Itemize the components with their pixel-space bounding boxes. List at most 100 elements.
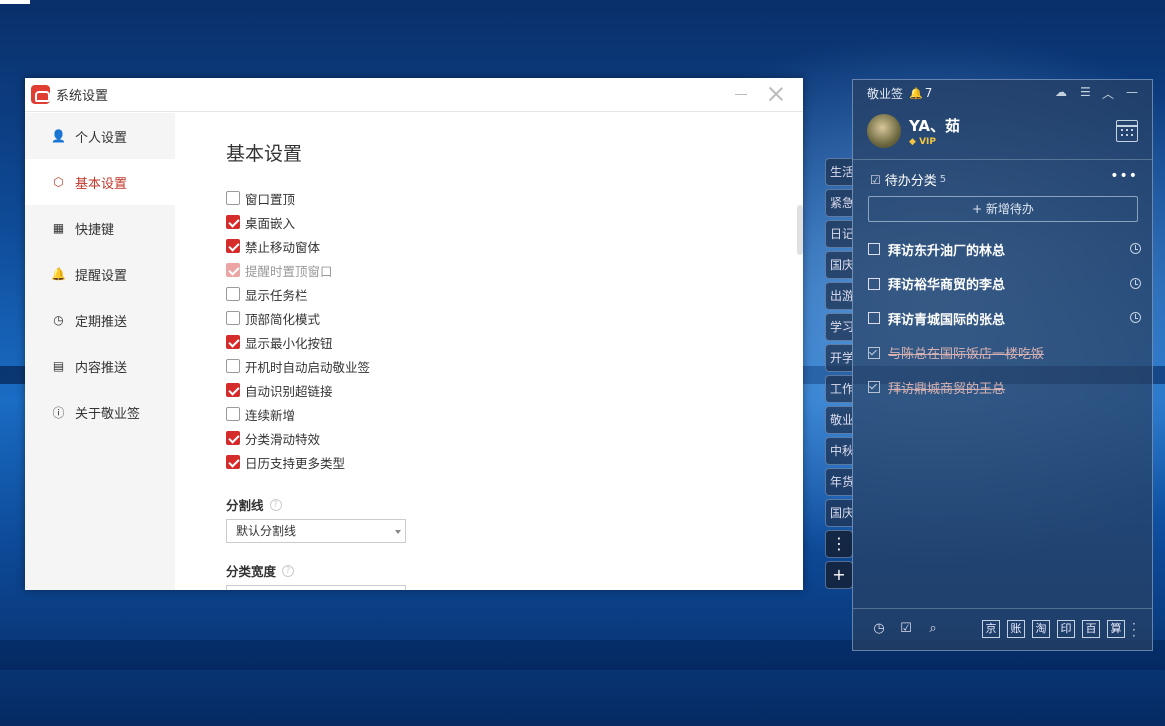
sidebar-item[interactable]: ⓘ 关于敬业签 [25,389,175,435]
todo-checkbox[interactable] [868,312,880,325]
option-checkbox[interactable] [226,359,240,373]
option-row[interactable]: 自动识别超链接 [226,378,370,402]
option-row[interactable]: 禁止移动窗体 [226,234,370,258]
scrollbar[interactable] [797,205,803,255]
vip-badge: ◆ VIP [909,137,936,147]
divider-label-text: 分割线 [226,498,264,513]
option-row[interactable]: 显示最小化按钮 [226,330,370,354]
sidebar-item[interactable]: ⬡ 基本设置 [25,159,175,205]
todo-checkbox[interactable] [868,277,880,290]
option-row[interactable]: 桌面嵌入 [226,210,370,234]
category-tab[interactable]: 学习 [825,313,853,341]
width-label: 分类宽度 ? [226,561,295,580]
sidebar-item[interactable]: ◷ 定期推送 [25,297,175,343]
widget-header[interactable]: 敬业签 🔔 7 ☁ ☰ ︿ — [853,80,1152,106]
sidebar-item-label: 个人设置 [75,130,128,146]
todo-checkbox[interactable] [868,346,880,359]
option-row[interactable]: 开机时自动启动敬业签 [226,354,370,378]
option-row[interactable]: 分类滑动特效 [226,426,370,450]
menu-icon[interactable]: ☰ [1080,85,1091,99]
todo-checkbox[interactable] [868,243,880,256]
cloud-sync-icon[interactable]: ☁ [1055,85,1067,99]
option-checkbox[interactable] [226,431,240,445]
option-row[interactable]: 显示任务栏 [226,282,370,306]
help-icon[interactable]: ? [269,498,282,511]
reminder-clock-icon[interactable] [1130,312,1141,323]
width-select[interactable] [226,585,406,590]
option-checkbox[interactable] [226,215,240,229]
option-checkbox[interactable] [226,191,240,205]
category-tab[interactable]: 开学 [825,344,853,372]
category-tab[interactable]: 日记 [825,220,853,248]
option-checkbox[interactable] [226,335,240,349]
more-tabs-button[interactable]: ⋮ [825,530,853,558]
reminder-clock-icon[interactable] [1130,277,1141,289]
category-tab[interactable]: 国庆 [825,499,853,527]
close-icon[interactable] [768,86,784,102]
option-label: 窗口置顶 [245,191,296,207]
todo-item[interactable]: 拜访鼎城商贸的王总 [868,370,1143,405]
sidebar-item[interactable]: ▦ 快捷键 [25,205,175,251]
title-bar[interactable]: 系统设置 [25,78,803,112]
category-tab[interactable]: 紧急 [825,189,853,217]
help-icon[interactable]: ? [282,564,295,577]
settings-window: 系统设置 👤 个人设置 ⬡ 基本设置 ▦ 快捷键 🔔 提醒设置 ◷ 定期推送 ▤ 内容推送 ⓘ 关于敬业签… [25,78,803,590]
option-checkbox[interactable] [226,239,240,253]
option-row[interactable]: 连续新增 [226,402,370,426]
option-checkbox[interactable] [226,455,240,469]
sidebar-item[interactable]: 🔔 提醒设置 [25,251,175,297]
collapse-icon[interactable]: ︿ [1102,85,1114,102]
more-vertical-icon[interactable]: · · · [1132,618,1138,642]
option-row[interactable]: 窗口置顶 [226,186,370,210]
category-tab[interactable]: 生活 [825,158,853,186]
todo-item[interactable]: 拜访裕华商贸的李总 [868,267,1143,302]
category-tab[interactable]: 国庆 [825,251,853,279]
option-row[interactable]: 顶部简化模式 [226,306,370,330]
notification-bell-icon[interactable]: 🔔 [909,87,923,100]
option-checkbox[interactable] [226,407,240,421]
more-icon[interactable]: ••• [1110,168,1138,184]
add-todo-button[interactable]: + 新增待办 [868,196,1138,222]
sidebar-item-label: 关于敬业签 [75,406,141,422]
divider-select[interactable]: 默认分割线 [226,519,406,543]
done-list-icon[interactable]: ☑ [898,621,914,637]
option-row[interactable]: 提醒时置顶窗口 [226,258,370,282]
todo-checkbox[interactable] [868,381,880,394]
avatar[interactable] [867,114,901,148]
option-checkbox[interactable] [226,287,240,301]
user-info[interactable]: YA、茹 ◆ VIP [867,114,960,148]
sidebar-item-label: 提醒设置 [75,268,128,284]
option-row[interactable]: 日历支持更多类型 [226,450,370,474]
todo-item[interactable]: 拜访东升油厂的林总 [868,232,1143,267]
user-icon: 👤 [51,129,66,143]
search-icon[interactable]: ⌕ [925,621,941,637]
todo-item[interactable]: 拜访青城国际的张总 [868,301,1143,336]
minimize-icon[interactable] [733,86,749,102]
calendar-icon[interactable] [1116,120,1138,142]
clock-icon[interactable]: ◷ [871,621,887,637]
tool-shortcut-button[interactable]: 算 [1107,620,1125,638]
add-tab-button[interactable]: + [825,561,853,589]
app-logo-icon [31,85,50,104]
category-tab[interactable]: 年货 [825,468,853,496]
tool-shortcut-button[interactable]: 百 [1082,620,1100,638]
tool-shortcut-button[interactable]: 淘 [1032,620,1050,638]
category-title[interactable]: ☑ 待办分类 5 [870,170,946,190]
minimize-icon[interactable]: — [1126,85,1138,99]
tool-shortcut-button[interactable]: 账 [1007,620,1025,638]
option-checkbox[interactable] [226,311,240,325]
todo-item[interactable]: 与陈总在国际饭店一楼吃饭 [868,336,1143,371]
option-checkbox[interactable] [226,263,240,277]
sidebar-item[interactable]: ▤ 内容推送 [25,343,175,389]
reminder-clock-icon[interactable] [1130,243,1141,254]
settings-main: 基本设置 窗口置顶 桌面嵌入 禁止移动窗体 提醒时置顶窗口 显示任务栏 顶部简化模式 显示最… [175,113,803,590]
category-tab[interactable]: 敬业 [825,406,853,434]
option-checkbox[interactable] [226,383,240,397]
category-tab[interactable]: 中秋 [825,437,853,465]
category-tab[interactable]: 工作 [825,375,853,403]
tool-shortcut-button[interactable]: 印 [1057,620,1075,638]
sidebar-item[interactable]: 👤 个人设置 [25,113,175,159]
category-tab[interactable]: 出游 [825,282,853,310]
todo-text: 拜访青城国际的张总 [888,312,1006,328]
tool-shortcut-button[interactable]: 京 [982,620,1000,638]
